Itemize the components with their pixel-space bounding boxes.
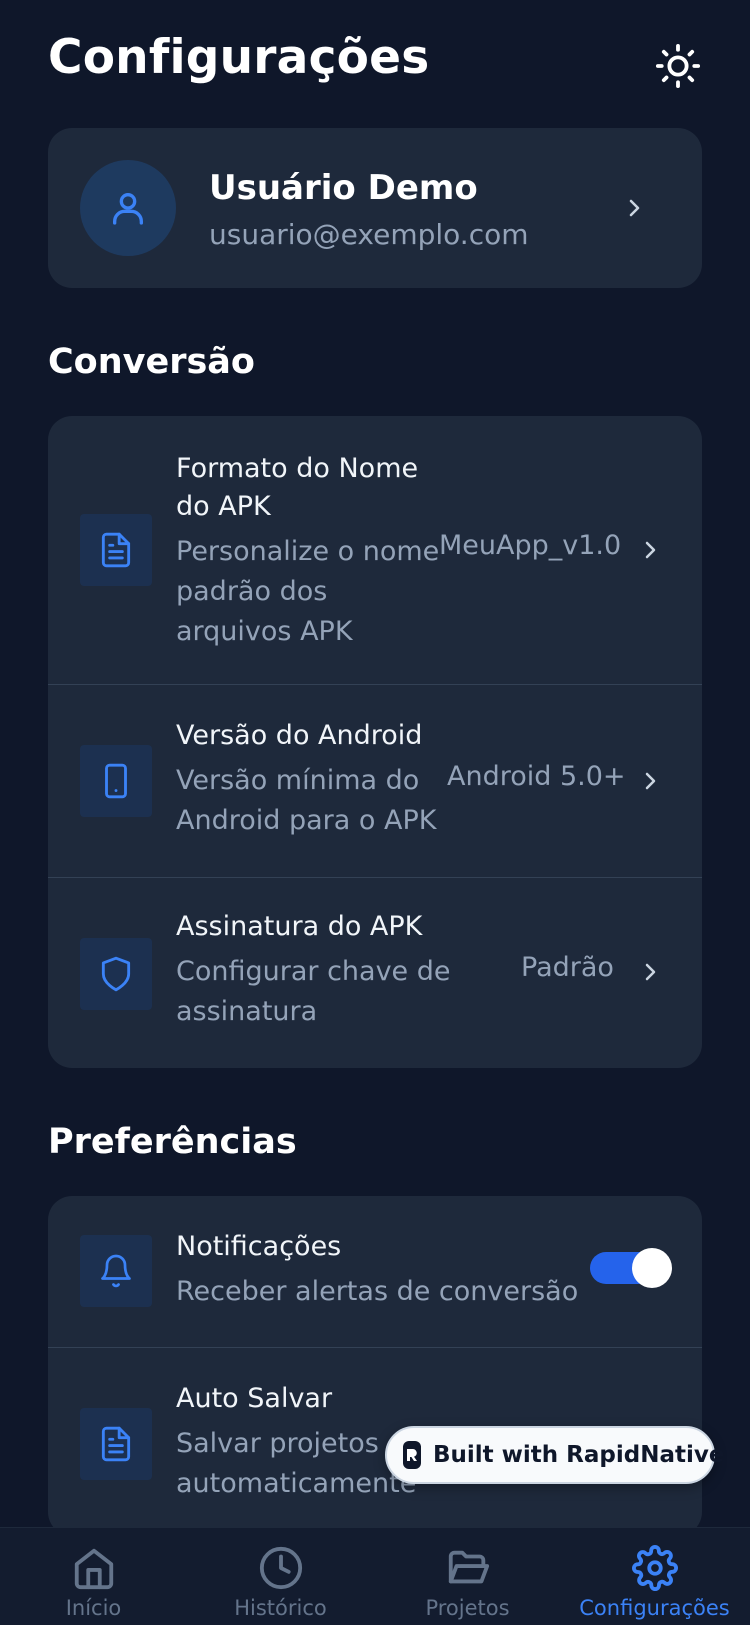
preferences-card: Notificações Receber alertas de conversã… bbox=[48, 1196, 702, 1536]
tab-settings[interactable]: Configurações bbox=[561, 1528, 748, 1625]
setting-description: Personalize o nome bbox=[176, 536, 440, 567]
bottom-tab-bar: Início Histórico Projetos Configurações bbox=[0, 1527, 750, 1625]
file-icon-box bbox=[80, 1408, 152, 1480]
avatar bbox=[80, 160, 176, 256]
setting-apk-name-format[interactable]: Formato do Nome do APK Personalize o nom… bbox=[48, 416, 702, 684]
rapidnative-logo-icon bbox=[403, 1441, 421, 1469]
setting-title: Versão do Android bbox=[176, 720, 423, 751]
bell-icon bbox=[101, 1254, 131, 1288]
setting-title: Assinatura do APK bbox=[176, 911, 423, 942]
built-with-badge[interactable]: Built with RapidNative bbox=[385, 1426, 724, 1484]
setting-description-cont: automaticamente bbox=[176, 1468, 417, 1499]
setting-value: Padrão bbox=[521, 952, 614, 983]
clock-icon bbox=[258, 1544, 304, 1592]
setting-title: Notificações bbox=[176, 1231, 342, 1262]
phone-icon-box bbox=[80, 745, 152, 817]
tab-label: Início bbox=[65, 1596, 122, 1620]
folder-icon bbox=[445, 1544, 491, 1592]
shield-icon bbox=[101, 956, 131, 992]
profile-email: usuario@exemplo.com bbox=[209, 218, 529, 251]
chevron-right-icon bbox=[620, 194, 648, 222]
setting-description-cont: arquivos APK bbox=[176, 616, 353, 647]
setting-description-cont: assinatura bbox=[176, 996, 318, 1027]
tab-label: Projetos bbox=[425, 1596, 510, 1620]
page-title: Configurações bbox=[48, 30, 430, 85]
gear-icon bbox=[631, 1544, 678, 1592]
notifications-toggle[interactable] bbox=[590, 1248, 672, 1288]
chevron-right-icon bbox=[636, 536, 664, 564]
setting-title: Formato do Nome bbox=[176, 453, 419, 484]
setting-notifications: Notificações Receber alertas de conversã… bbox=[48, 1196, 702, 1346]
badge-text: Built with RapidNative bbox=[433, 1442, 725, 1468]
phone-icon bbox=[105, 763, 127, 799]
section-title-preferences: Preferências bbox=[48, 1122, 297, 1162]
setting-description: Versão mínima do bbox=[176, 765, 420, 796]
tab-label: Configurações bbox=[579, 1596, 730, 1620]
user-icon bbox=[113, 193, 143, 225]
file-icon-box bbox=[80, 514, 152, 586]
setting-description: Receber alertas de conversão bbox=[176, 1276, 579, 1307]
setting-value: Android 5.0+ bbox=[447, 761, 626, 792]
chevron-right-icon bbox=[636, 767, 664, 795]
setting-description-cont: padrão dos bbox=[176, 576, 328, 607]
sun-icon bbox=[655, 43, 701, 89]
file-icon bbox=[101, 532, 131, 568]
setting-description: Salvar projetos bbox=[176, 1428, 379, 1459]
theme-toggle-button[interactable] bbox=[652, 40, 704, 92]
chevron-right-icon bbox=[636, 958, 664, 986]
tab-projects[interactable]: Projetos bbox=[374, 1528, 561, 1625]
profile-card[interactable]: Usuário Demo usuario@exemplo.com bbox=[48, 128, 702, 288]
setting-description-cont: Android para o APK bbox=[176, 805, 437, 836]
toggle-knob bbox=[632, 1248, 672, 1288]
file-icon bbox=[101, 1426, 131, 1462]
setting-title-cont: do APK bbox=[176, 491, 271, 522]
section-title-conversion: Conversão bbox=[48, 342, 255, 382]
shield-icon-box bbox=[80, 938, 152, 1010]
conversion-card: Formato do Nome do APK Personalize o nom… bbox=[48, 416, 702, 1068]
home-icon bbox=[71, 1544, 117, 1592]
setting-apk-signature[interactable]: Assinatura do APK Configurar chave de as… bbox=[48, 878, 702, 1068]
setting-value: MeuApp_v1.0 bbox=[439, 530, 622, 561]
setting-description: Configurar chave de bbox=[176, 956, 451, 987]
profile-name: Usuário Demo bbox=[209, 168, 478, 208]
setting-android-version[interactable]: Versão do Android Versão mínima do Andro… bbox=[48, 685, 702, 876]
bell-icon-box bbox=[80, 1235, 152, 1307]
setting-title: Auto Salvar bbox=[176, 1383, 333, 1414]
tab-label: Histórico bbox=[234, 1596, 327, 1620]
tab-home[interactable]: Início bbox=[0, 1528, 187, 1625]
tab-history[interactable]: Histórico bbox=[187, 1528, 374, 1625]
